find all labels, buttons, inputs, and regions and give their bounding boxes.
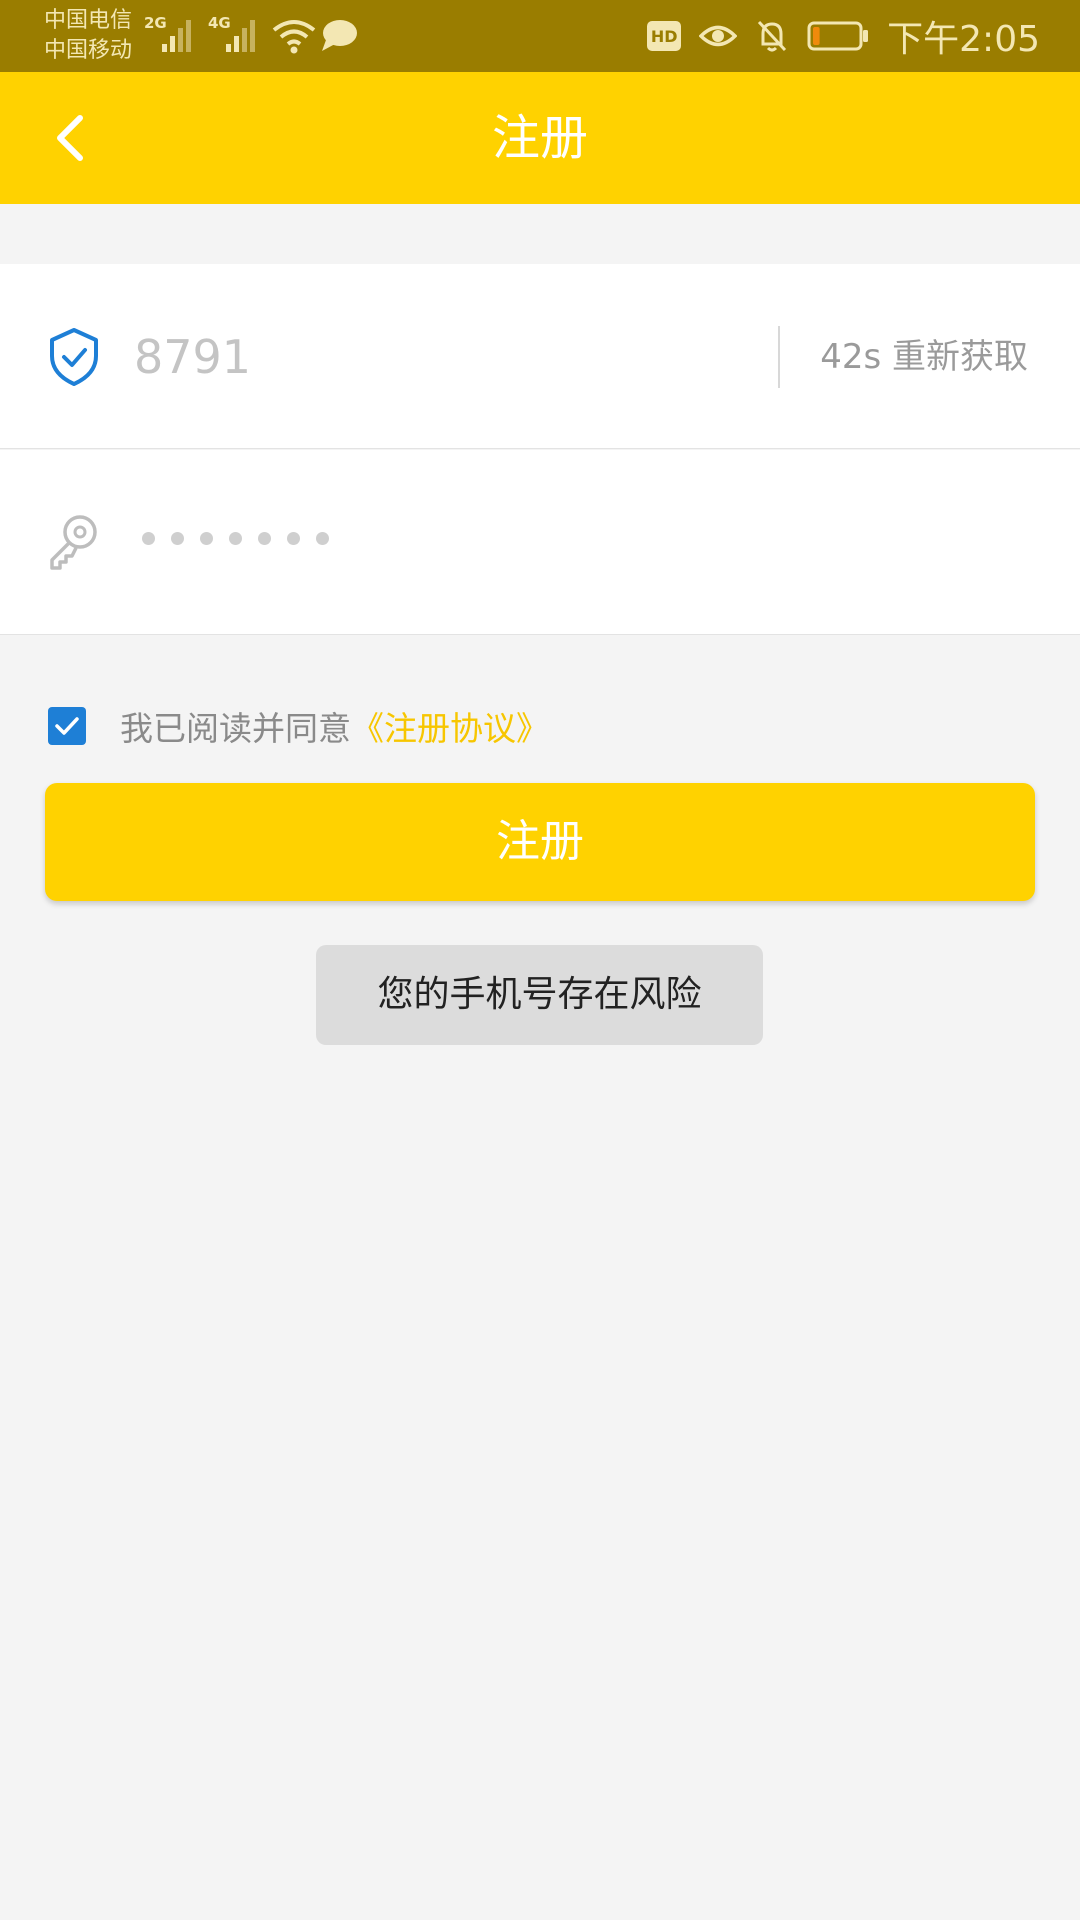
eye-icon bbox=[699, 25, 738, 47]
password-input[interactable] bbox=[142, 532, 329, 545]
agreement-link[interactable]: 《注册协议》 bbox=[351, 702, 549, 750]
status-bar: 中国电信 中国移动 2G 4G HD 下午2:05 bbox=[0, 0, 1080, 72]
password-dot bbox=[316, 532, 329, 545]
password-dot bbox=[287, 532, 300, 545]
verification-code-row: 42s 重新获取 bbox=[0, 264, 1080, 449]
wifi-icon bbox=[272, 20, 316, 54]
shield-check-icon bbox=[50, 328, 98, 386]
verification-code-input[interactable] bbox=[134, 314, 754, 400]
register-screen: 中国电信 中国移动 2G 4G HD 下午2:05 注册 8791 42s 重新… bbox=[0, 0, 1080, 1920]
password-dot bbox=[258, 532, 271, 545]
status-right: HD 下午2:05 bbox=[647, 12, 1040, 60]
carrier-2: 中国移动 bbox=[44, 38, 133, 63]
page-title: 注册 bbox=[491, 110, 588, 166]
checkmark-icon bbox=[55, 717, 79, 735]
password-dot bbox=[142, 532, 155, 545]
battery-icon bbox=[807, 21, 869, 51]
status-time: 下午2:05 bbox=[887, 19, 1040, 60]
chat-bubble-icon bbox=[322, 20, 357, 51]
bell-off-icon bbox=[758, 20, 787, 52]
password-dot bbox=[171, 532, 184, 545]
password-row bbox=[0, 450, 1080, 635]
agreement-text: 我已阅读并同意 bbox=[120, 709, 351, 748]
carrier-labels: 中国电信 中国移动 bbox=[44, 6, 132, 66]
register-button[interactable]: 注册 bbox=[45, 783, 1035, 901]
agreement-checkbox[interactable] bbox=[48, 707, 86, 745]
app-bar: 注册 bbox=[0, 72, 1080, 204]
carrier-1: 中国电信 bbox=[44, 8, 133, 33]
resend-code-button[interactable]: 42s 重新获取 bbox=[780, 326, 1028, 388]
password-dot bbox=[229, 532, 242, 545]
hd-icon: HD bbox=[647, 21, 682, 51]
agreement-row: 我已阅读并同意 《注册协议》 bbox=[48, 700, 549, 752]
toast-message: 您的手机号存在风险 bbox=[316, 945, 763, 1045]
key-icon bbox=[50, 515, 97, 570]
password-dot bbox=[200, 532, 213, 545]
